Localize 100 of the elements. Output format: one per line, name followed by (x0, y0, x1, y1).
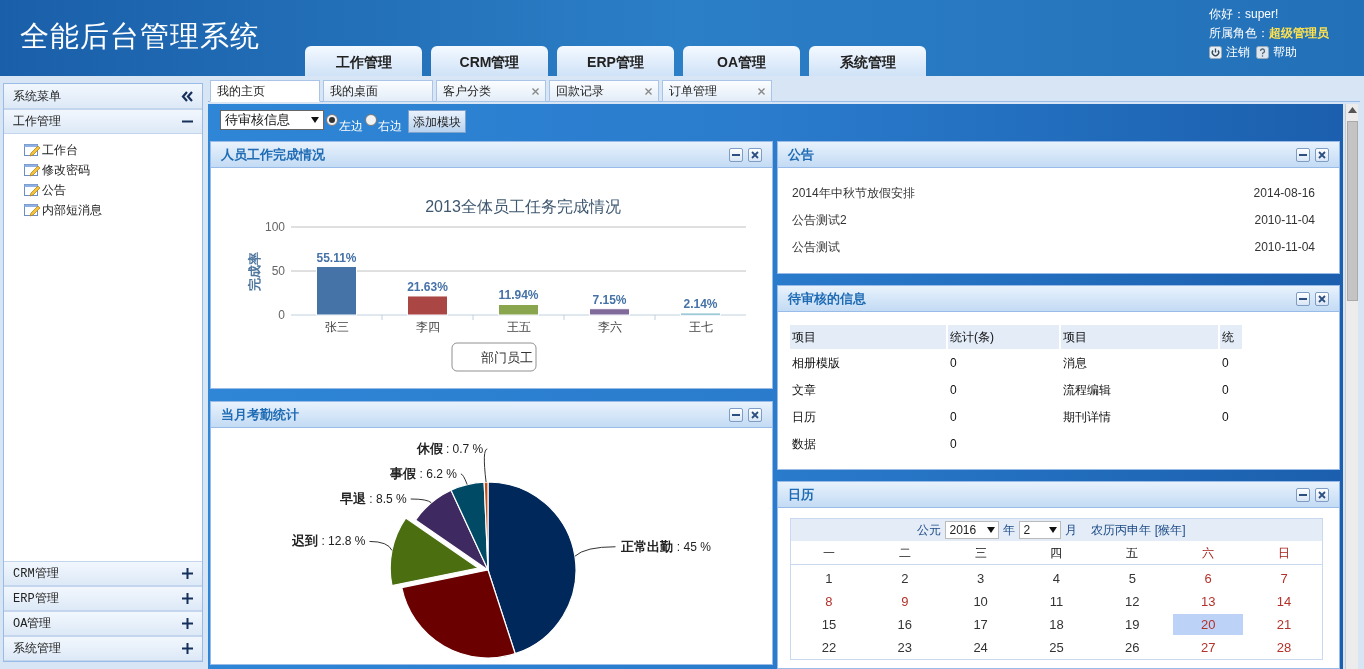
greeting-text: 你好：super! (1209, 6, 1280, 22)
calendar-day[interactable]: 7 (1249, 568, 1320, 589)
minimize-button[interactable] (1296, 487, 1310, 502)
notice-link[interactable]: 公告测试 (792, 237, 840, 256)
calendar-day[interactable]: 20 (1173, 614, 1244, 635)
year-label: 年 (1003, 522, 1016, 539)
notice-date: 2010-11-04 (1254, 238, 1315, 256)
logout-link[interactable]: 注销 (1209, 44, 1250, 60)
minimize-button[interactable] (1296, 147, 1310, 162)
calendar-day[interactable]: 22 (793, 637, 864, 658)
close-button[interactable] (748, 407, 762, 422)
power-icon (1209, 45, 1222, 59)
nav-tab[interactable]: 工作管理 (305, 46, 422, 76)
calendar-day[interactable]: 18 (1021, 614, 1092, 635)
calendar-day[interactable]: 19 (1097, 614, 1168, 635)
data-label: 11.94% (498, 288, 539, 303)
axis-tick-label: 张三 (324, 320, 349, 334)
close-button[interactable] (1315, 291, 1329, 306)
scrollbar-thumb[interactable] (1346, 121, 1358, 301)
page-tab[interactable]: 客户分类 (436, 80, 546, 102)
menu-section-header[interactable]: ERP管理 (4, 586, 202, 611)
calendar-day[interactable]: 2 (869, 568, 940, 589)
module-select[interactable]: 待审核信息 (220, 110, 324, 130)
page-tab[interactable]: 我的主页 (210, 80, 320, 102)
axis-tick-label: 王七 (688, 320, 713, 334)
calendar-day[interactable]: 10 (945, 591, 1016, 612)
year-select[interactable]: 2016 (945, 521, 1000, 539)
calendar-day[interactable]: 11 (1021, 591, 1092, 612)
era-label: 公元 (917, 522, 942, 539)
calendar-day[interactable]: 6 (1173, 568, 1244, 589)
calendar-day[interactable]: 23 (869, 637, 940, 658)
menu-item[interactable]: 工作台 (24, 140, 202, 160)
leader-line (483, 448, 488, 483)
calendar-day[interactable]: 26 (1097, 637, 1168, 658)
menu-item[interactable]: 内部短消息 (24, 200, 202, 220)
minimize-button[interactable] (729, 147, 743, 162)
minimize-button[interactable] (729, 407, 743, 422)
table-cell-text: 0 (1221, 381, 1230, 399)
leader-line (410, 498, 432, 504)
calendar-day[interactable]: 14 (1249, 591, 1320, 612)
calendar-day[interactable]: 21 (1249, 614, 1320, 635)
close-icon[interactable] (645, 87, 652, 95)
close-button[interactable] (1315, 147, 1329, 162)
menu-section-header[interactable]: 系统管理 (4, 636, 202, 661)
minimize-button[interactable] (1296, 291, 1310, 306)
data-label: 2.14% (683, 297, 718, 312)
scrollbar[interactable] (1345, 104, 1358, 669)
table-cell-text: 相册模版 (791, 354, 841, 372)
table-cell-text: 日历 (791, 408, 817, 426)
menu-section-header[interactable]: OA管理 (4, 611, 202, 636)
chart-title: 2013全体员工任务完成情况 (425, 198, 621, 215)
notice-link[interactable]: 2014年中秋节放假安排 (792, 183, 915, 202)
calendar-day[interactable]: 3 (945, 568, 1016, 589)
column-header: 统 (1220, 325, 1242, 349)
page-tab[interactable]: 我的桌面 (323, 80, 433, 102)
close-button[interactable] (748, 147, 762, 162)
axis-tick-label: 李六 (597, 320, 622, 334)
calendar-day[interactable]: 28 (1249, 637, 1320, 658)
calendar-day[interactable]: 16 (869, 614, 940, 635)
calendar-day[interactable]: 5 (1097, 568, 1168, 589)
plus-icon (182, 593, 193, 604)
calendar-day[interactable]: 8 (793, 591, 864, 612)
panel-title: 公告 (788, 145, 814, 164)
page-tab[interactable]: 回款记录 (549, 80, 659, 102)
calendar-day[interactable]: 13 (1173, 591, 1244, 612)
nav-tab[interactable]: OA管理 (683, 46, 800, 76)
nav-tab[interactable]: 系统管理 (809, 46, 926, 76)
nav-tab[interactable]: ERP管理 (557, 46, 674, 76)
calendar-day[interactable]: 15 (793, 614, 864, 635)
calendar-day[interactable]: 27 (1173, 637, 1244, 658)
scroll-up-icon[interactable] (1347, 107, 1357, 113)
help-link[interactable]: 帮助 (1256, 44, 1297, 60)
menu-section-header[interactable]: 工作管理 (4, 109, 202, 134)
add-module-button[interactable]: 添加模块 (408, 110, 466, 133)
calendar-day[interactable]: 4 (1021, 568, 1092, 589)
column-header: 项目 (1061, 325, 1218, 349)
menu-item[interactable]: 公告 (24, 180, 202, 200)
calendar-day[interactable]: 9 (869, 591, 940, 612)
help-icon (1256, 45, 1269, 59)
month-select[interactable]: 2 (1019, 521, 1062, 539)
leader-line (460, 473, 468, 485)
calendar-day[interactable]: 24 (945, 637, 1016, 658)
radio-button[interactable] (326, 114, 338, 126)
close-icon[interactable] (758, 87, 765, 95)
radio-label: 左边 (339, 118, 363, 134)
collapse-icon[interactable] (181, 90, 193, 102)
close-icon[interactable] (532, 87, 539, 95)
page-tab[interactable]: 订单管理 (662, 80, 772, 102)
calendar-day[interactable]: 12 (1097, 591, 1168, 612)
axis-tick-label: 0 (278, 308, 285, 322)
close-button[interactable] (1315, 487, 1329, 502)
menu-item[interactable]: 修改密码 (24, 160, 202, 180)
radio-button[interactable] (365, 114, 377, 126)
menu-section-header[interactable]: CRM管理 (4, 561, 202, 586)
panel-title: 日历 (788, 485, 814, 504)
nav-tab[interactable]: CRM管理 (431, 46, 548, 76)
calendar-day[interactable]: 17 (945, 614, 1016, 635)
calendar-day[interactable]: 1 (793, 568, 864, 589)
calendar-day[interactable]: 25 (1021, 637, 1092, 658)
notice-link[interactable]: 公告测试2 (792, 210, 847, 229)
